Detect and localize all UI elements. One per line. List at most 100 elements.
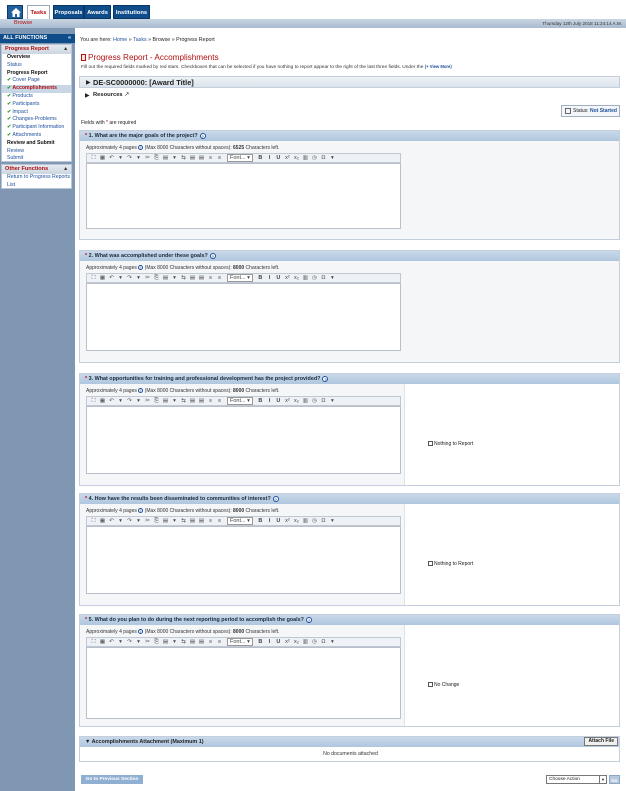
toolbar-icon[interactable]: ▾ — [328, 274, 337, 282]
toolbar-icon[interactable]: ▾ — [170, 517, 179, 525]
toolbar-icon[interactable]: ◷ — [310, 274, 319, 282]
toolbar-icon[interactable]: ↶ — [107, 274, 116, 282]
rich-text-editor[interactable] — [86, 647, 401, 719]
toolbar-icon[interactable]: ▤ — [161, 154, 170, 162]
home-button[interactable] — [7, 5, 23, 19]
toolbar-icon[interactable]: ▦ — [98, 638, 107, 646]
toolbar-icon[interactable]: U — [274, 274, 283, 282]
toolbar-icon[interactable]: ≡ — [206, 517, 215, 525]
toolbar-icon[interactable]: ⛶ — [89, 638, 98, 646]
help-icon[interactable]: ? — [209, 252, 216, 259]
attach-file-button[interactable]: Attach File — [584, 737, 618, 746]
toolbar-icon[interactable]: ▾ — [134, 274, 143, 282]
tab-awards[interactable]: Awards — [84, 5, 111, 19]
info-icon[interactable]: i — [138, 508, 144, 513]
toolbar-icon[interactable]: ▤ — [161, 274, 170, 282]
toolbar-icon[interactable]: ⇆ — [179, 517, 188, 525]
font-select[interactable]: Font... ▾ — [227, 638, 253, 646]
toolbar-icon[interactable]: ≡ — [206, 274, 215, 282]
collapse-icon[interactable]: ▴ — [64, 165, 67, 174]
toolbar-icon[interactable]: ⛶ — [89, 274, 98, 282]
toolbar-icon[interactable]: ↶ — [107, 397, 116, 405]
toolbar-icon[interactable]: ▤ — [161, 638, 170, 646]
toolbar-icon[interactable]: ⇆ — [179, 154, 188, 162]
toolbar-icon[interactable]: x² — [283, 638, 292, 646]
toolbar-icon[interactable]: ≡ — [215, 638, 224, 646]
toolbar-icon[interactable]: ▤ — [188, 274, 197, 282]
sidebar-item-participant-information[interactable]: ✔Participant Information — [2, 124, 71, 132]
nothing-to-report-checkbox[interactable]: Nothing to Report — [428, 441, 473, 447]
toolbar-icon[interactable]: x² — [283, 517, 292, 525]
toolbar-icon[interactable]: ≡ — [206, 638, 215, 646]
sidebar-item-impact[interactable]: ✔Impact — [2, 109, 71, 117]
award-bar[interactable]: ▶ DE-SC0000000: [Award Title] — [79, 76, 620, 88]
help-icon[interactable]: ? — [322, 375, 329, 382]
collapse-icon[interactable]: ▴ — [64, 45, 67, 54]
toolbar-icon[interactable]: ↷ — [125, 274, 134, 282]
info-icon[interactable]: i — [138, 145, 144, 150]
toolbar-icon[interactable]: Ω — [319, 154, 328, 162]
toolbar-icon[interactable]: I — [265, 397, 274, 405]
toolbar-icon[interactable]: ▥ — [301, 638, 310, 646]
toolbar-icon[interactable]: ▾ — [170, 638, 179, 646]
toolbar-icon[interactable]: ✂ — [143, 397, 152, 405]
toolbar-icon[interactable]: ▾ — [116, 397, 125, 405]
toolbar-icon[interactable]: ▤ — [197, 638, 206, 646]
breadcrumb-tasks[interactable]: Tasks — [133, 37, 147, 43]
toolbar-icon[interactable]: x₂ — [292, 397, 301, 405]
toolbar-icon[interactable]: ▾ — [116, 154, 125, 162]
toolbar-icon[interactable]: ▾ — [116, 274, 125, 282]
toolbar-icon[interactable]: B — [256, 274, 265, 282]
toolbar-icon[interactable]: x² — [283, 397, 292, 405]
toolbar-icon[interactable]: ≡ — [206, 154, 215, 162]
rich-text-editor[interactable] — [86, 163, 401, 229]
sidebar-item-cover-page[interactable]: ✔Cover Page — [2, 77, 71, 85]
help-icon[interactable]: ? — [199, 132, 206, 139]
toolbar-icon[interactable]: U — [274, 517, 283, 525]
sidebar-item-submit[interactable]: Submit — [2, 155, 71, 163]
toolbar-icon[interactable]: ↷ — [125, 517, 134, 525]
toolbar-icon[interactable]: ≡ — [215, 517, 224, 525]
checkbox-icon[interactable] — [428, 441, 433, 447]
sidebar-item-changes-problems[interactable]: ✔Changes-Problems — [2, 116, 71, 124]
toolbar-icon[interactable]: ⇆ — [179, 638, 188, 646]
toolbar-icon[interactable]: ↶ — [107, 517, 116, 525]
go-button[interactable]: Go — [609, 775, 620, 784]
toolbar-icon[interactable]: ▾ — [170, 397, 179, 405]
previous-section-button[interactable]: Go to Previous Section — [81, 775, 143, 784]
toolbar-icon[interactable]: ▾ — [116, 517, 125, 525]
toolbar-icon[interactable]: ▥ — [301, 274, 310, 282]
toolbar-icon[interactable]: ▤ — [197, 397, 206, 405]
toolbar-icon[interactable]: ≡ — [215, 397, 224, 405]
checkbox-icon[interactable] — [428, 682, 433, 688]
view-more-link[interactable]: (+ View More) — [425, 64, 452, 69]
nothing-to-report-checkbox[interactable]: Nothing to Report — [428, 561, 473, 567]
toolbar-icon[interactable]: ↶ — [107, 638, 116, 646]
toolbar-icon[interactable]: U — [274, 154, 283, 162]
toolbar-icon[interactable]: ⎘ — [152, 397, 161, 405]
sidebar-item-accomplishments[interactable]: ✔Accomplishments — [2, 85, 71, 93]
sidebar-item-status[interactable]: Status — [2, 62, 71, 70]
toolbar-icon[interactable]: ▤ — [188, 517, 197, 525]
toolbar-icon[interactable]: Ω — [319, 517, 328, 525]
toolbar-icon[interactable]: ▤ — [161, 397, 170, 405]
toolbar-icon[interactable]: x₂ — [292, 274, 301, 282]
sidebar-item-participants[interactable]: ✔Participants — [2, 101, 71, 109]
toolbar-icon[interactable]: ▾ — [134, 517, 143, 525]
toolbar-icon[interactable]: ⛶ — [89, 517, 98, 525]
toolbar-icon[interactable]: ▾ — [170, 154, 179, 162]
toolbar-icon[interactable]: ↷ — [125, 638, 134, 646]
toolbar-icon[interactable]: ▤ — [188, 154, 197, 162]
toolbar-icon[interactable]: B — [256, 397, 265, 405]
toolbar-icon[interactable]: Ω — [319, 397, 328, 405]
attachment-header[interactable]: ▼ Accomplishments Attachment (Maximum 1) — [80, 737, 619, 747]
help-icon[interactable]: ? — [305, 616, 312, 623]
toolbar-icon[interactable]: ✂ — [143, 638, 152, 646]
breadcrumb-home[interactable]: Home — [113, 37, 127, 43]
toolbar-icon[interactable]: ≡ — [206, 397, 215, 405]
sidebar-item-products[interactable]: ✔Products — [2, 93, 71, 101]
rich-text-editor[interactable] — [86, 283, 401, 351]
toolbar-icon[interactable]: ▾ — [328, 517, 337, 525]
toolbar-icon[interactable]: ↷ — [125, 397, 134, 405]
toolbar-icon[interactable]: ▾ — [116, 638, 125, 646]
